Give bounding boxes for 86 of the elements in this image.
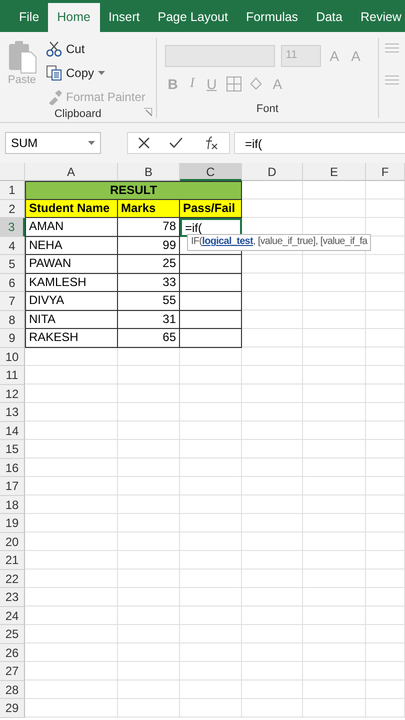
row-header[interactable]: 17 [0, 477, 25, 496]
table-cell: 33 [118, 274, 180, 292]
column-header[interactable]: A [25, 163, 118, 181]
row-header[interactable]: 21 [0, 551, 25, 570]
table-cell: 65 [118, 329, 180, 348]
table-cell: RESULT [25, 181, 242, 200]
empty-cell [180, 255, 242, 274]
ribbon-tab[interactable]: Data [307, 3, 352, 32]
name-box-value: SUM [11, 136, 38, 150]
table-cell: 55 [118, 292, 180, 310]
table-cell: 99 [118, 236, 180, 255]
row-header[interactable]: 10 [0, 348, 25, 366]
row-header[interactable]: 13 [0, 403, 25, 422]
row-header[interactable]: 11 [0, 366, 25, 384]
table-cell: Pass/Fail [180, 200, 242, 218]
row-header[interactable]: 15 [0, 440, 25, 458]
row-header[interactable]: 16 [0, 458, 25, 477]
row-header[interactable]: 6 [0, 274, 25, 292]
row-header[interactable]: 5 [0, 255, 25, 274]
row-header[interactable]: 1 [0, 181, 25, 200]
group-label: Font [256, 103, 278, 115]
table-cell: NEHA [25, 236, 118, 255]
column-header[interactable]: E [303, 163, 366, 181]
column-header[interactable]: D [242, 163, 303, 181]
function-icon[interactable] [203, 136, 220, 150]
row-header[interactable]: 14 [0, 422, 25, 440]
row-header[interactable]: 7 [0, 292, 25, 310]
table-cell: PAWAN [25, 255, 118, 274]
row-header[interactable]: 22 [0, 570, 25, 588]
cancel-icon[interactable] [138, 137, 150, 149]
align-icon[interactable] [385, 42, 399, 86]
table-cell: RAKESH [25, 329, 118, 348]
row-header[interactable]: 18 [0, 496, 25, 514]
row-header[interactable]: 4 [0, 236, 25, 255]
row-header[interactable]: 26 [0, 644, 25, 662]
row-header[interactable]: 9 [0, 329, 25, 348]
column-header[interactable]: F [366, 163, 405, 181]
ribbon-tab[interactable]: Home [48, 3, 100, 32]
row-header[interactable]: 12 [0, 384, 25, 403]
row-header[interactable]: 25 [0, 625, 25, 644]
empty-cell [180, 292, 242, 310]
row-header[interactable]: 20 [0, 532, 25, 551]
row-header[interactable]: 29 [0, 699, 25, 718]
ribbon-button[interactable]: Cut [44, 38, 148, 60]
table-cell: 25 [118, 255, 180, 274]
launcher-icon[interactable] [144, 108, 152, 116]
row-header[interactable]: 28 [0, 680, 25, 699]
copy-icon[interactable] [46, 65, 62, 81]
ribbon-tab[interactable]: Review [351, 3, 405, 32]
group-label: Clipboard [54, 108, 102, 120]
row-header[interactable]: 23 [0, 588, 25, 606]
table-cell: NITA [25, 310, 118, 329]
table-cell: 78 [118, 218, 180, 236]
fill-color-icon[interactable] [248, 76, 264, 92]
ribbon-button[interactable]: Copy [44, 62, 148, 84]
name-box[interactable]: SUM [5, 132, 101, 154]
empty-cell [180, 310, 242, 329]
ribbon-tab[interactable]: Page Layout [148, 3, 237, 32]
empty-cell [180, 329, 242, 348]
table-cell: AMAN [25, 218, 118, 236]
table-cell: DIVYA [25, 292, 118, 310]
row-header[interactable]: 3 [0, 218, 25, 236]
dropdown-icon[interactable] [88, 141, 95, 145]
scissors-icon[interactable] [46, 41, 62, 57]
table-cell: Marks [118, 200, 180, 218]
table-cell: Student Name [25, 200, 118, 218]
argument-link[interactable]: logical_test [202, 236, 253, 247]
row-header[interactable]: 27 [0, 662, 25, 680]
borders-icon[interactable] [226, 76, 242, 92]
formula-field[interactable]: =if( [234, 132, 405, 154]
row-header[interactable]: 24 [0, 606, 25, 625]
table-cell: 31 [118, 310, 180, 329]
table-cell: KAMLESH [25, 274, 118, 292]
ribbon-tab[interactable]: Formulas [236, 3, 308, 32]
caret-icon[interactable] [98, 71, 106, 75]
ribbon-tab[interactable]: File [10, 3, 48, 32]
row-header[interactable]: 2 [0, 200, 25, 218]
select-all-button[interactable] [0, 163, 25, 181]
empty-cell [180, 274, 242, 292]
row-header[interactable]: 19 [0, 514, 25, 532]
column-header[interactable]: B [118, 163, 180, 181]
check-icon[interactable] [169, 137, 184, 149]
ribbon-tab[interactable]: Insert [100, 3, 149, 32]
column-header[interactable]: C [180, 163, 242, 181]
function-tooltip: IF(logical_test, [value_if_true], [value_if_fa [187, 234, 372, 251]
row-header[interactable]: 8 [0, 310, 25, 329]
